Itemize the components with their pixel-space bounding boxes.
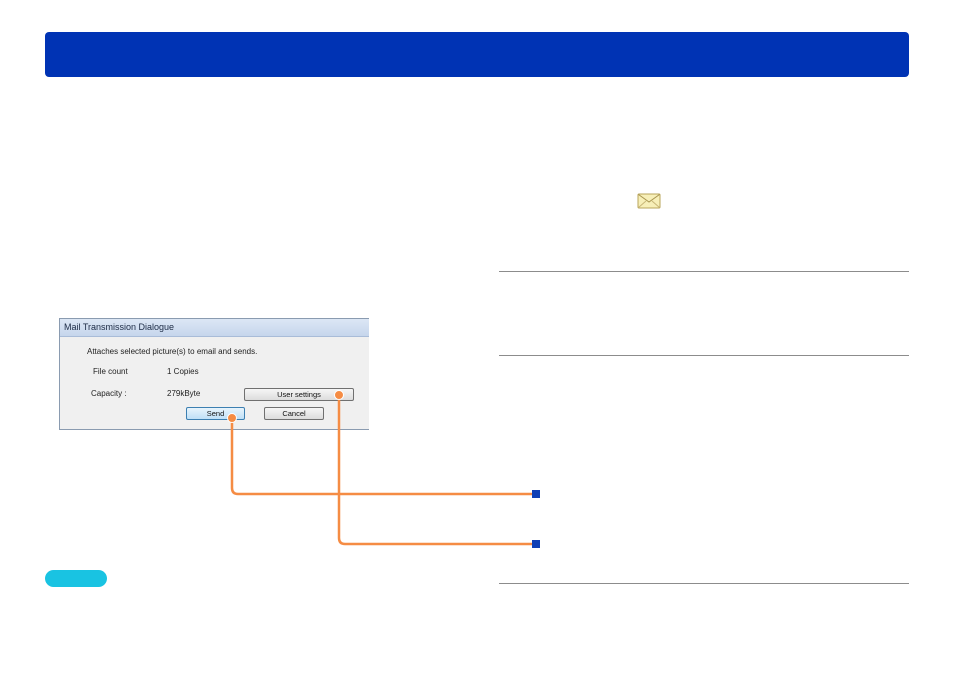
user-settings-callout-line: [337, 395, 536, 546]
user-settings-callout-marker: [532, 540, 540, 548]
note-badge: [45, 570, 107, 587]
send-callout-marker: [532, 490, 540, 498]
send-callout-line: [230, 418, 536, 496]
user-settings-callout-dot: [334, 390, 344, 400]
send-callout-dot: [227, 413, 237, 423]
callout-lines: [227, 390, 536, 546]
